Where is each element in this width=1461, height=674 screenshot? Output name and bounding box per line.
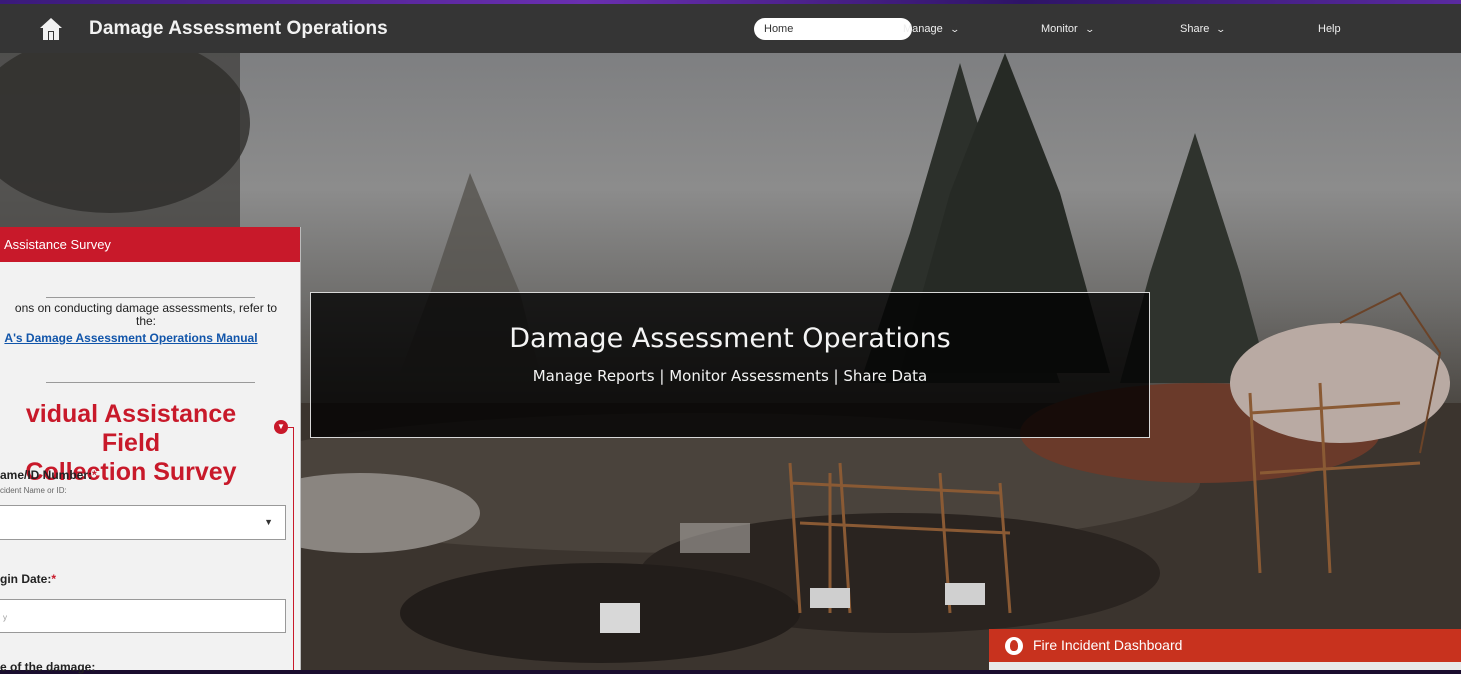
nav-share-item[interactable]: Share ⌄ xyxy=(1180,18,1227,40)
survey-intro: ons on conducting damage assessments, re… xyxy=(0,302,292,328)
incident-select[interactable]: ▼ xyxy=(0,505,286,540)
nav-share-label: Share xyxy=(1180,23,1210,35)
house-logo-icon[interactable] xyxy=(38,16,64,42)
app-title[interactable]: Damage Assessment Operations xyxy=(89,18,388,40)
form-title-line-1: vidual Assistance Field xyxy=(25,400,237,457)
nav-manage-label: Manage xyxy=(903,23,943,35)
incident-label: ame/ID Number:* xyxy=(0,468,97,482)
fire-icon xyxy=(1005,637,1023,655)
top-navbar: Damage Assessment Operations Home Manage… xyxy=(0,4,1461,53)
nav-monitor-label: Monitor xyxy=(1041,23,1078,35)
begin-date-placeholder: y xyxy=(3,613,7,622)
incident-hint: cident Name or ID: xyxy=(0,486,67,495)
required-marker: * xyxy=(92,468,97,482)
nav-help-item[interactable]: Help xyxy=(1318,18,1341,40)
manual-link[interactable]: A's Damage Assessment Operations Manual xyxy=(0,331,262,345)
dropdown-arrow-icon: ▼ xyxy=(264,517,273,527)
begin-date-input[interactable]: y xyxy=(0,599,286,633)
intro-line-2: the: xyxy=(135,314,156,328)
chevron-down-icon: ⌄ xyxy=(1215,24,1227,34)
incident-label-text: ame/ID Number: xyxy=(0,468,93,482)
banner-title: Damage Assessment Operations xyxy=(509,323,951,354)
begin-date-label-text: gin Date: xyxy=(0,572,52,586)
nav-help-label: Help xyxy=(1318,23,1341,35)
chevron-down-icon: ⌄ xyxy=(949,24,960,34)
divider xyxy=(0,370,300,388)
dashboard-title: Fire Incident Dashboard xyxy=(1033,637,1183,653)
collapse-icon[interactable]: ▼ xyxy=(274,420,288,434)
nav-home-item[interactable]: Home xyxy=(754,18,912,40)
group-bracket-line xyxy=(293,427,294,670)
damage-label: e of the damage: xyxy=(0,660,96,674)
chevron-down-icon: ⌄ xyxy=(1084,24,1095,34)
hero-banner: Damage Assessment Operations Manage Repo… xyxy=(310,292,1150,438)
survey-header: Assistance Survey xyxy=(0,227,300,262)
fire-incident-dashboard[interactable]: Fire Incident Dashboard xyxy=(989,629,1461,670)
required-marker: * xyxy=(51,572,57,586)
dashboard-header: Fire Incident Dashboard xyxy=(989,629,1461,662)
nav-monitor-item[interactable]: Monitor ⌄ xyxy=(1041,18,1095,40)
nav-manage-item[interactable]: Manage ⌄ xyxy=(903,18,960,40)
banner-subtitle: Manage Reports | Monitor Assessments | S… xyxy=(532,367,928,385)
nav-home-label: Home xyxy=(764,23,794,35)
begin-date-label: gin Date:* xyxy=(0,572,56,586)
